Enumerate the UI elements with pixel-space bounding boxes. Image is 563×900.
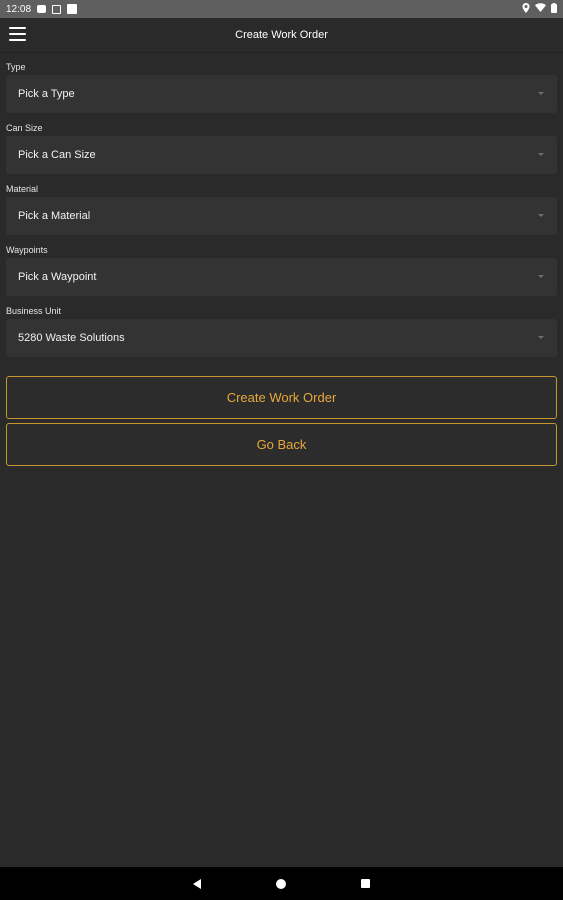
location-icon [522,2,530,16]
create-work-order-button[interactable]: Create Work Order [6,376,557,419]
material-picker[interactable]: Pick a Material [6,197,557,235]
dropdown-arrow-icon [538,336,544,339]
status-bar-left: 12:08 [6,3,78,15]
dropdown-arrow-icon [538,275,544,278]
can-size-picker[interactable]: Pick a Can Size [6,136,557,174]
calendar-icon [52,4,62,14]
go-back-button[interactable]: Go Back [6,423,557,466]
waypoints-picker[interactable]: Pick a Waypoint [6,258,557,296]
recents-square-icon[interactable] [361,879,370,888]
waypoints-label: Waypoints [6,244,48,255]
battery-icon [551,2,557,16]
dropdown-arrow-icon [538,153,544,156]
status-bar: 12:08 [0,0,563,18]
page-title: Create Work Order [235,29,328,41]
system-nav-bar [0,867,563,900]
business-unit-picker-value: 5280 Waste Solutions [18,332,125,344]
home-circle-icon[interactable] [276,878,286,889]
wifi-icon [535,3,546,15]
type-label: Type [6,61,26,72]
message-icon [37,5,47,13]
dropdown-arrow-icon [538,214,544,217]
material-picker-value: Pick a Material [18,210,91,222]
material-label: Material [6,183,39,194]
waypoints-picker-value: Pick a Waypoint [18,271,97,283]
app-bar: Create Work Order [0,18,563,53]
can-size-picker-value: Pick a Can Size [18,149,96,161]
back-triangle-icon[interactable] [193,878,201,889]
business-unit-picker[interactable]: 5280 Waste Solutions [6,319,557,357]
status-time: 12:08 [6,3,32,15]
type-picker[interactable]: Pick a Type [6,75,557,113]
status-bar-right [522,2,557,16]
type-picker-value: Pick a Type [18,88,75,100]
dropdown-arrow-icon [538,92,544,95]
can-size-label: Can Size [6,122,43,133]
hamburger-menu-icon[interactable] [9,27,26,41]
notification-box-icon [67,4,78,14]
work-order-form: Type Pick a Type Can Size Pick a Can Siz… [0,58,563,363]
business-unit-label: Business Unit [6,305,62,316]
